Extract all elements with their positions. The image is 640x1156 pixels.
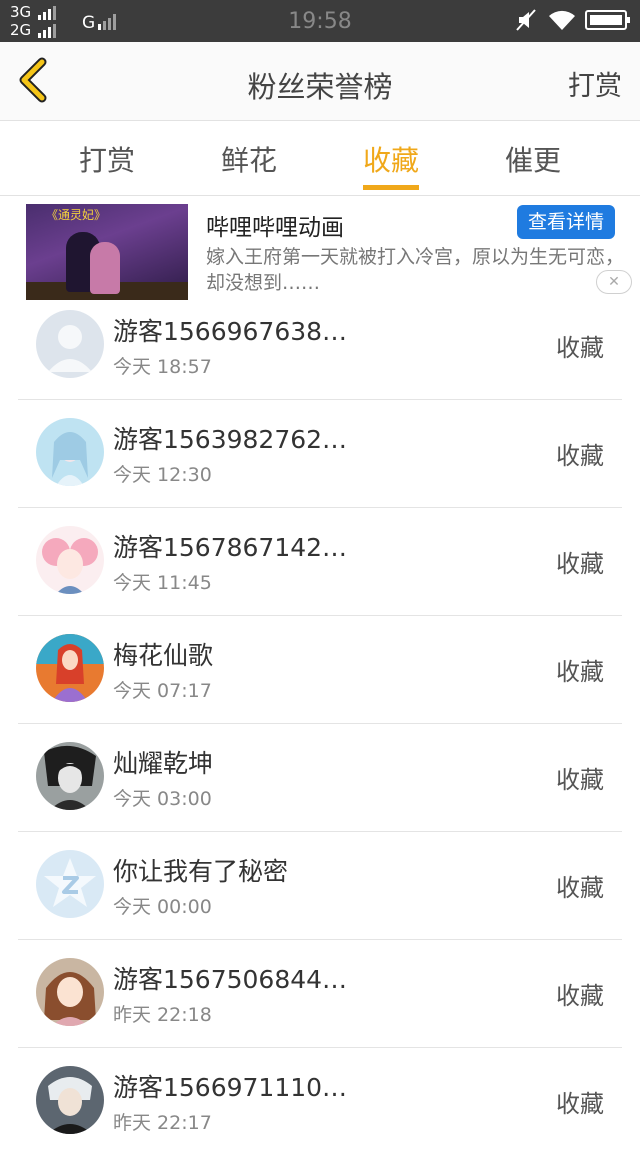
avatar[interactable] <box>36 850 104 918</box>
timestamp: 今天 18:57 <box>113 356 212 378</box>
tab-bar: 打赏 鲜花 收藏 催更 <box>0 121 640 196</box>
tab-favorites[interactable]: 收藏 <box>320 139 462 179</box>
ad-title: 哔哩哔哩动画 <box>206 215 344 241</box>
favorite-label: 收藏 <box>556 658 604 686</box>
clock: 19:58 <box>288 9 352 34</box>
avatar[interactable] <box>36 634 104 702</box>
timestamp: 昨天 22:18 <box>113 1004 212 1026</box>
fan-list: 游客1566967638… 今天 18:57 收藏 游客1563982762… … <box>0 292 640 1156</box>
user-name: 灿耀乾坤 <box>113 749 214 778</box>
list-item[interactable]: 灿耀乾坤 今天 03:00 收藏 <box>0 724 640 832</box>
list-item[interactable]: 梅花仙歌 今天 07:17 收藏 <box>0 616 640 724</box>
user-name: 游客1567867142… <box>113 533 348 562</box>
timestamp: 今天 00:00 <box>113 896 212 918</box>
user-name: 游客1566971110… <box>113 1073 348 1102</box>
ad-description: 嫁入王府第一天就被打入冷宫，原以为生无可恋，却没想到…… <box>206 246 625 294</box>
avatar[interactable] <box>36 310 104 378</box>
status-bar: 3G 2G G 19:58 <box>0 0 640 42</box>
user-name: 游客1567506844… <box>113 965 348 994</box>
ad-thumbnail[interactable]: 《通灵妃》 <box>26 204 188 300</box>
list-item[interactable]: 你让我有了秘密 今天 00:00 收藏 <box>0 832 640 940</box>
list-item[interactable]: 游客1567867142… 今天 11:45 收藏 <box>0 508 640 616</box>
avatar[interactable] <box>36 526 104 594</box>
timestamp: 今天 11:45 <box>113 572 212 594</box>
favorite-label: 收藏 <box>556 334 604 362</box>
favorite-label: 收藏 <box>556 550 604 578</box>
list-item[interactable]: 游客1563982762… 今天 12:30 收藏 <box>0 400 640 508</box>
list-item[interactable]: 游客1567506844… 昨天 22:18 收藏 <box>0 940 640 1048</box>
favorite-label: 收藏 <box>556 982 604 1010</box>
tab-urge-update[interactable]: 催更 <box>462 139 604 179</box>
timestamp: 今天 12:30 <box>113 464 212 486</box>
reward-button[interactable]: 打赏 <box>568 64 622 103</box>
timestamp: 今天 03:00 <box>113 788 212 810</box>
favorite-label: 收藏 <box>556 874 604 902</box>
wifi-icon <box>549 10 575 30</box>
timestamp: 今天 07:17 <box>113 680 212 702</box>
ad-thumbnail-caption: 《通灵妃》 <box>46 208 107 222</box>
view-details-button[interactable]: 查看详情 <box>517 205 615 239</box>
tab-reward[interactable]: 打赏 <box>36 139 178 179</box>
timestamp: 昨天 22:17 <box>113 1112 212 1134</box>
favorite-label: 收藏 <box>556 1090 604 1118</box>
user-name: 游客1563982762… <box>113 425 348 454</box>
battery-icon <box>585 10 630 30</box>
list-item[interactable]: 游客1566971110… 昨天 22:17 收藏 <box>0 1048 640 1156</box>
favorite-label: 收藏 <box>556 766 604 794</box>
header-bar: 粉丝荣誉榜 打赏 <box>0 42 640 121</box>
user-name: 游客1566967638… <box>113 317 348 346</box>
user-name: 梅花仙歌 <box>113 641 214 670</box>
avatar[interactable] <box>36 742 104 810</box>
ad-banner[interactable]: 《通灵妃》 哔哩哔哩动画 查看详情 嫁入王府第一天就被打入冷宫，原以为生无可恋，… <box>0 196 640 304</box>
page-title: 粉丝荣誉榜 <box>247 70 393 104</box>
close-icon[interactable]: ✕ <box>596 270 632 294</box>
avatar[interactable] <box>36 418 104 486</box>
list-item[interactable]: 游客1566967638… 今天 18:57 收藏 <box>0 292 640 400</box>
mute-icon <box>516 9 536 31</box>
avatar[interactable] <box>36 958 104 1026</box>
favorite-label: 收藏 <box>556 442 604 470</box>
avatar[interactable] <box>36 1066 104 1134</box>
tab-flowers[interactable]: 鲜花 <box>178 139 320 179</box>
user-name: 你让我有了秘密 <box>113 857 289 886</box>
active-tab-indicator <box>363 185 419 190</box>
